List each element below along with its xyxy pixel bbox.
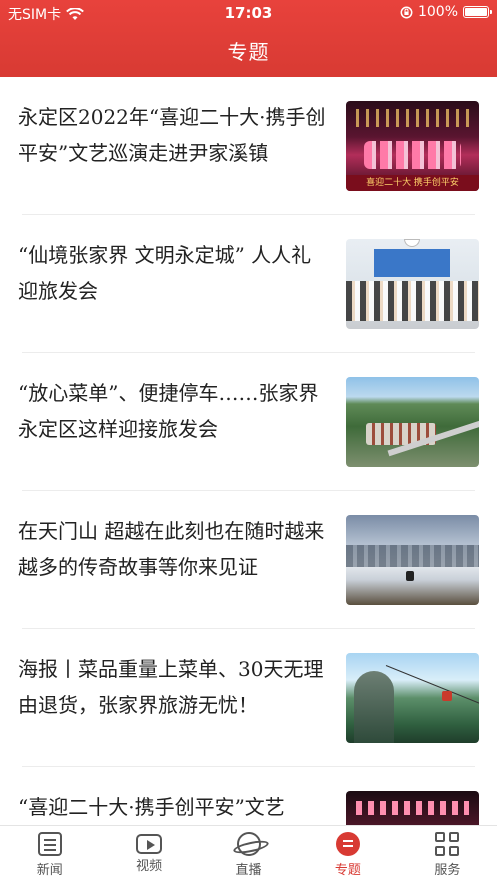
tab-label: 服务 [434,863,461,878]
tab-live[interactable]: 直播 [199,826,298,883]
news-item[interactable]: 海报丨菜品重量上菜单、30天无理由退货，张家界旅游无忧！ [18,629,479,767]
service-icon [435,832,460,856]
tab-service[interactable]: 服务 [398,826,497,883]
tab-label: 视频 [136,859,163,874]
tab-label: 新闻 [36,863,63,878]
news-title[interactable]: “仙境张家界 文明永定城” 人人礼迎旅发会 [18,237,328,309]
tab-topic[interactable]: 专题 [298,826,397,883]
status-right: 100% [400,4,492,20]
news-title[interactable]: 海报丨菜品重量上菜单、30天无理由退货，张家界旅游无忧！ [18,651,328,723]
news-title[interactable]: “放心菜单”、便捷停车……张家界永定区这样迎接旅发会 [18,375,328,447]
bottom-tab-bar: 新闻 视频 直播 专题 服务 [0,825,497,883]
news-item[interactable]: 在天门山 超越在此刻也在随时越来越多的传奇故事等你来见证 [18,491,479,629]
news-title[interactable]: 永定区2022年“喜迎二十大·携手创平安”文艺巡演走进尹家溪镇 [18,99,328,171]
tab-news[interactable]: 新闻 [0,826,99,883]
news-item[interactable]: 永定区2022年“喜迎二十大·携手创平安”文艺巡演走进尹家溪镇 喜迎二十大 携手… [18,77,479,215]
news-thumbnail[interactable] [346,791,479,825]
app-header: 无SIM卡 17:03 100% 专题 [0,0,497,77]
news-icon [37,832,62,856]
topic-icon [335,832,360,856]
news-thumbnail[interactable] [346,239,479,329]
tab-label: 专题 [334,863,361,878]
live-icon [236,832,261,856]
page-title: 专题 [227,40,270,64]
news-title[interactable]: “喜迎二十大·携手创平安”文艺 [18,789,328,825]
orientation-lock-icon [400,6,413,18]
news-thumbnail[interactable] [346,515,479,605]
news-thumbnail[interactable] [346,377,479,467]
news-feed[interactable]: 永定区2022年“喜迎二十大·携手创平安”文艺巡演走进尹家溪镇 喜迎二十大 携手… [0,77,497,825]
news-item[interactable]: “仙境张家界 文明永定城” 人人礼迎旅发会 [18,215,479,353]
tab-video[interactable]: 视频 [99,826,198,883]
news-thumbnail[interactable] [346,653,479,743]
tab-label: 直播 [235,863,262,878]
news-item[interactable]: “喜迎二十大·携手创平安”文艺 [18,767,479,825]
status-bar: 无SIM卡 17:03 100% [0,0,497,26]
news-thumbnail[interactable]: 喜迎二十大 携手创平安 [346,101,479,191]
video-icon [136,834,163,854]
battery-percentage: 100% [417,4,458,20]
news-item[interactable]: “放心菜单”、便捷停车……张家界永定区这样迎接旅发会 [18,353,479,491]
battery-icon [463,6,492,18]
news-title[interactable]: 在天门山 超越在此刻也在随时越来越多的传奇故事等你来见证 [18,513,328,585]
thumbnail-caption: 喜迎二十大 携手创平安 [346,175,479,191]
